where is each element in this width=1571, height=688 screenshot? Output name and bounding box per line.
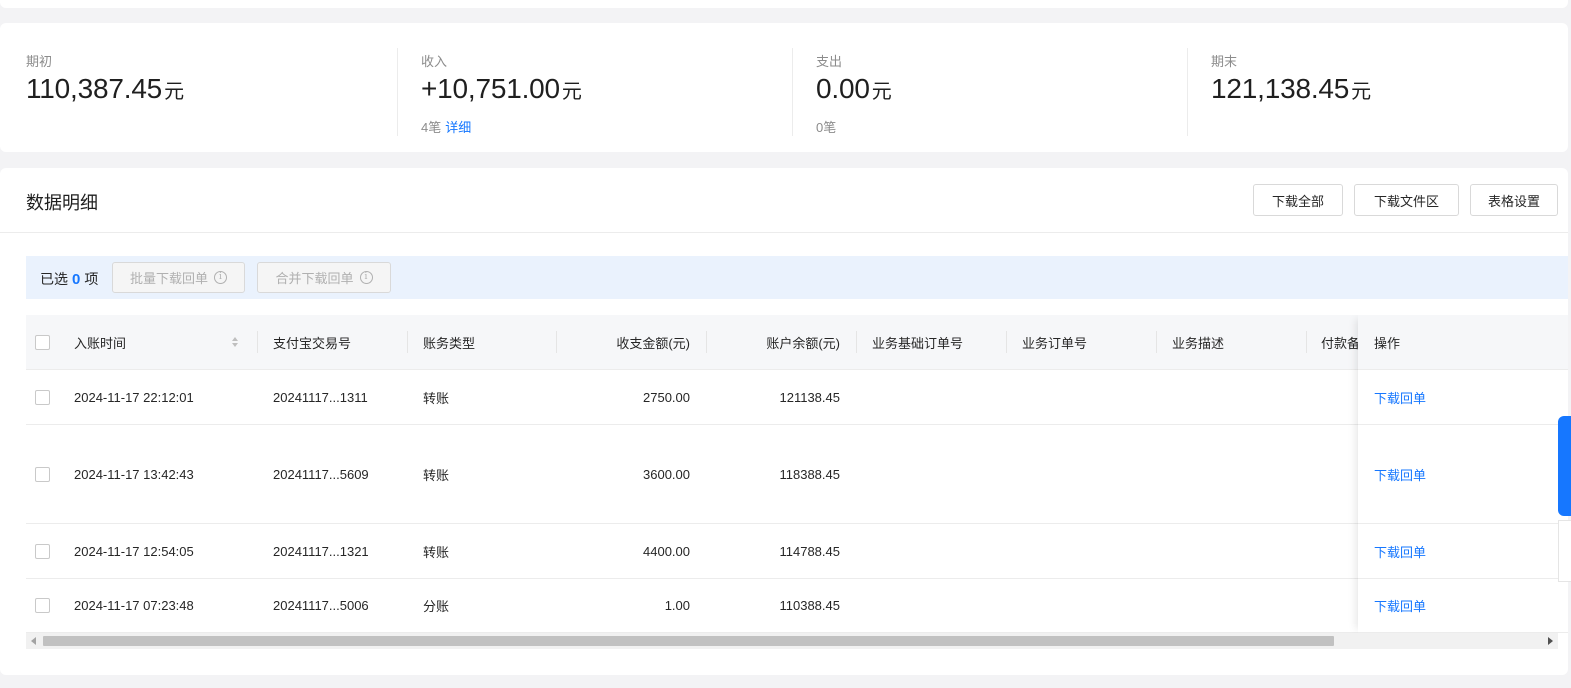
download-area-button[interactable]: 下载文件区 [1354, 184, 1459, 216]
select-all-checkbox[interactable] [35, 335, 50, 350]
cell-time: 2024-11-17 12:54:05 [74, 543, 194, 559]
cell-trade-no: 20241117...1321 [273, 543, 369, 559]
selected-count: 0 [72, 271, 81, 288]
table-row: 2024-11-17 12:54:05 20241117...1321 转账 4… [26, 524, 1568, 579]
stat-divider [792, 48, 793, 136]
col-header-type: 账务类型 [423, 336, 476, 351]
stat-divider [1187, 48, 1188, 136]
table-horizontal-scrollbar[interactable] [26, 633, 1558, 649]
income-detail-link[interactable]: 详细 [445, 120, 471, 135]
download-receipt-link[interactable]: 下载回单 [1358, 425, 1568, 524]
stat-opening-value: 110,387.45 [26, 73, 163, 104]
table-row: 2024-11-17 13:42:43 20241117...5609 转账 3… [26, 425, 1568, 524]
cell-type: 转账 [423, 390, 450, 406]
top-panel-edge [0, 0, 1568, 8]
table-settings-button[interactable]: 表格设置 [1470, 184, 1558, 216]
cell-time: 2024-11-17 22:12:01 [74, 389, 194, 405]
info-icon: i [214, 271, 227, 284]
cell-amount: 3600.00 [643, 466, 690, 482]
cell-type: 转账 [423, 544, 450, 560]
row-checkbox[interactable] [35, 467, 50, 482]
stat-opening: 期初 110,387.45 元 [26, 23, 396, 152]
row-checkbox[interactable] [35, 598, 50, 613]
col-header-trade-no: 支付宝交易号 [273, 336, 352, 351]
cell-time: 2024-11-17 07:23:48 [74, 598, 194, 613]
cell-trade-no: 20241117...5006 [273, 598, 369, 613]
download-receipt-link[interactable]: 下载回单 [1358, 579, 1568, 633]
col-header-time[interactable]: 入账时间 [74, 315, 126, 370]
merge-download-button[interactable]: 合并下载回单 i [257, 262, 391, 293]
col-header-amount: 收支金额(元) [616, 336, 690, 351]
table-row: 2024-11-17 07:23:48 20241117...5006 分账 1… [26, 579, 1568, 633]
cell-amount: 1.00 [664, 598, 690, 613]
col-header-payer: 付款备 [1321, 336, 1361, 351]
stat-expense-count: 0笔 [816, 120, 837, 135]
batch-download-button[interactable]: 批量下载回单 i [112, 262, 245, 293]
cell-type: 分账 [423, 599, 450, 614]
stat-expense-value: 0.00 [816, 73, 870, 104]
stat-opening-unit: 元 [164, 81, 185, 103]
cell-balance: 114788.45 [779, 543, 841, 559]
floating-side-tab[interactable] [1558, 416, 1571, 516]
download-receipt-link[interactable]: 下载回单 [1358, 370, 1568, 425]
stat-income-unit: 元 [561, 81, 582, 103]
info-icon: i [359, 271, 373, 284]
selection-bar: 已选 0 项 批量下载回单 i 合并下载回单 i [26, 256, 1568, 299]
stat-income-label: 收入 [421, 54, 448, 69]
cell-trade-no: 20241117...5609 [273, 466, 369, 482]
transactions-table: 入账时间 支付宝交易号 账务类型 收支金额(元) 账户余额(元) 业务基础订单号… [26, 315, 1568, 633]
download-all-button[interactable]: 下载全部 [1253, 184, 1343, 216]
col-header-balance: 账户余额(元) [766, 336, 840, 351]
scrollbar-thumb[interactable] [43, 636, 1334, 646]
selection-summary: 已选 0 项 [40, 271, 99, 288]
row-checkbox[interactable] [35, 390, 50, 405]
col-header-base-order: 业务基础订单号 [872, 336, 964, 351]
table-header: 入账时间 支付宝交易号 账务类型 收支金额(元) 账户余额(元) 业务基础订单号… [26, 315, 1568, 370]
cell-amount: 2750.00 [643, 389, 690, 405]
col-header-op: 操作 [1358, 315, 1568, 370]
cell-trade-no: 20241117...1311 [273, 389, 368, 405]
balance-summary: 期初 110,387.45 元 收入 +10,751.00 元 4笔 详细 支出 0.… [0, 23, 1568, 152]
cell-balance: 110388.45 [779, 598, 841, 613]
cell-type: 转账 [423, 467, 450, 483]
stat-income-value: +10,751.00 [421, 73, 560, 104]
stat-expense-label: 支出 [816, 54, 843, 69]
download-receipt-link[interactable]: 下载回单 [1358, 524, 1568, 579]
cell-balance: 121138.45 [779, 389, 841, 405]
operations-column: 操作 下载回单 下载回单 下载回单 下载回单 [1358, 315, 1568, 633]
cell-amount: 4400.00 [643, 543, 690, 559]
arrow-left-icon[interactable] [31, 637, 36, 645]
detail-divider [0, 232, 1568, 233]
stat-income-count: 4笔 [421, 120, 442, 135]
stat-divider [397, 48, 398, 136]
stat-closing: 期末 121,138.45 元 [1187, 23, 1568, 152]
data-detail-panel: 数据明细 下载全部 下载文件区 表格设置 已选 0 项 批量下载回单 i 合并下载回单… [0, 168, 1568, 675]
stat-expense: 支出 0.00 元 0笔 [792, 23, 1187, 152]
stat-opening-label: 期初 [26, 54, 53, 69]
floating-side-tab-secondary[interactable] [1558, 520, 1571, 582]
stat-closing-unit: 元 [1351, 81, 1372, 103]
cell-balance: 118388.45 [779, 466, 841, 482]
stat-income: 收入 +10,751.00 元 4笔 详细 [397, 23, 792, 152]
row-checkbox[interactable] [35, 544, 50, 559]
stat-expense-unit: 元 [871, 81, 892, 103]
sort-icon[interactable] [231, 336, 239, 348]
detail-title: 数据明细 [26, 193, 98, 213]
stat-closing-value: 121,138.45 [1211, 73, 1350, 104]
table-row: 2024-11-17 22:12:01 20241117...1311 转账 2… [26, 370, 1568, 425]
cell-time: 2024-11-17 13:42:43 [74, 466, 194, 482]
arrow-right-icon[interactable] [1548, 637, 1553, 645]
stat-closing-label: 期末 [1211, 54, 1238, 69]
col-header-desc: 业务描述 [1172, 336, 1225, 351]
col-header-order: 业务订单号 [1022, 336, 1088, 351]
